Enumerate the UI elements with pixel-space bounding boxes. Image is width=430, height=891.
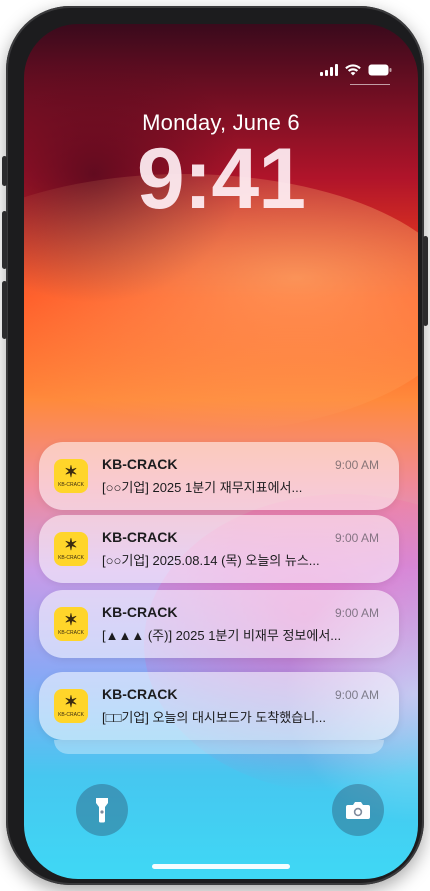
notification-stack-edge bbox=[54, 740, 384, 754]
power-button bbox=[423, 236, 428, 326]
app-icon: ✶ KB-CRACK bbox=[54, 607, 88, 641]
home-indicator[interactable] bbox=[152, 864, 290, 869]
notification-app-name: KB-CRACK bbox=[102, 604, 178, 620]
action-button bbox=[2, 156, 7, 186]
notification-time: 9:00 AM bbox=[334, 606, 379, 620]
status-bar bbox=[320, 64, 392, 76]
kb-logo-icon: ✶ bbox=[64, 463, 78, 481]
app-icon-label: KB-CRACK bbox=[58, 481, 84, 488]
notification-card[interactable]: ✶ KB-CRACK KB-CRACK 9:00 AM [▲▲▲ (주)] 20… bbox=[39, 590, 399, 658]
kb-logo-icon: ✶ bbox=[64, 611, 78, 629]
status-divider bbox=[350, 84, 390, 85]
app-icon: ✶ KB-CRACK bbox=[54, 532, 88, 566]
notification-body: [○○기업] 2025 1분기 재무지표에서... bbox=[102, 480, 303, 495]
kb-logo-icon: ✶ bbox=[64, 536, 78, 554]
phone-frame: Monday, June 6 9:41 ✶ KB-CRACK KB-CRACK … bbox=[2, 6, 428, 885]
notification-body: [□□기업] 오늘의 대시보드가 도착했습니... bbox=[102, 710, 326, 725]
notification-app-name: KB-CRACK bbox=[102, 456, 178, 472]
flashlight-icon bbox=[96, 798, 108, 823]
notification-app-name: KB-CRACK bbox=[102, 529, 178, 545]
app-icon: ✶ KB-CRACK bbox=[54, 459, 88, 493]
notification-time: 9:00 AM bbox=[334, 458, 379, 472]
app-icon: ✶ KB-CRACK bbox=[54, 689, 88, 723]
flashlight-button[interactable] bbox=[76, 784, 128, 836]
camera-icon bbox=[346, 802, 370, 819]
notification-app-name: KB-CRACK bbox=[102, 686, 178, 702]
notification-card[interactable]: ✶ KB-CRACK KB-CRACK 9:00 AM [○○기업] 2025.… bbox=[39, 515, 399, 583]
wifi-icon bbox=[345, 64, 361, 76]
camera-button[interactable] bbox=[332, 784, 384, 836]
notification-body: [▲▲▲ (주)] 2025 1분기 비재무 정보에서... bbox=[102, 628, 342, 643]
signal-icon bbox=[320, 64, 338, 76]
volume-up-button bbox=[2, 211, 7, 269]
lock-time: 9:41 bbox=[136, 131, 306, 227]
battery-icon bbox=[368, 64, 392, 76]
kb-logo-icon: ✶ bbox=[64, 693, 78, 711]
volume-down-button bbox=[2, 281, 7, 339]
lock-screen: Monday, June 6 9:41 ✶ KB-CRACK KB-CRACK … bbox=[24, 24, 418, 879]
app-icon-label: KB-CRACK bbox=[58, 711, 84, 718]
notification-time: 9:00 AM bbox=[334, 531, 379, 545]
app-icon-label: KB-CRACK bbox=[58, 554, 84, 561]
app-icon-label: KB-CRACK bbox=[58, 629, 84, 636]
notification-time: 9:00 AM bbox=[334, 688, 379, 702]
notification-card[interactable]: ✶ KB-CRACK KB-CRACK 9:00 AM [○○기업] 2025 … bbox=[39, 442, 399, 510]
notification-body: [○○기업] 2025.08.14 (목) 오늘의 뉴스... bbox=[102, 553, 320, 568]
notification-card[interactable]: ✶ KB-CRACK KB-CRACK 9:00 AM [□□기업] 오늘의 대… bbox=[39, 672, 399, 740]
